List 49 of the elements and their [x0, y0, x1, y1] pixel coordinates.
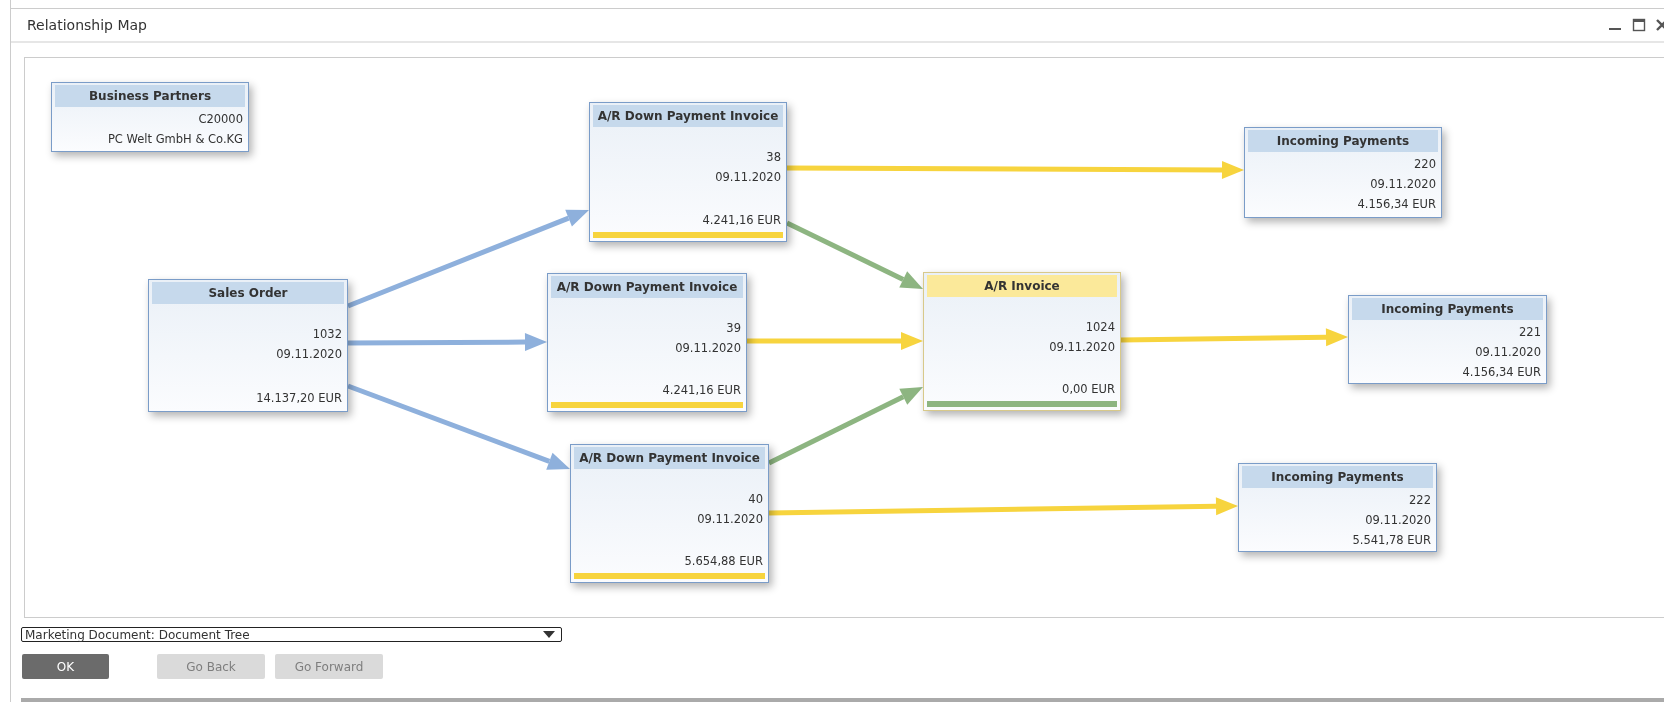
- dropdown-caret-icon: [543, 630, 555, 639]
- node-title: A/R Invoice: [927, 275, 1117, 297]
- document-node[interactable]: A/R Down Payment Invoice 40 09.11.2020 5.654,88 EUR: [570, 444, 769, 583]
- document-node[interactable]: Incoming Payments 220 09.11.2020 4.156,34 EUR: [1244, 127, 1442, 218]
- node-title: A/R Down Payment Invoice: [551, 276, 743, 298]
- window-title: Relationship Map: [27, 17, 147, 33]
- node-amount: 14.137,20 EUR: [256, 390, 342, 407]
- node-amount: 4.241,16 EUR: [662, 382, 741, 399]
- node-text: 09.11.2020: [276, 346, 342, 363]
- document-node[interactable]: Sales Order 1032 09.11.2020 14.137,20 EUR: [148, 279, 348, 412]
- node-text: PC Welt GmbH & Co.KG: [107, 131, 243, 148]
- node-title: A/R Down Payment Invoice: [593, 105, 783, 127]
- node-title: Incoming Payments: [1352, 298, 1543, 320]
- node-text: 4.156,34 EUR: [1462, 364, 1541, 381]
- node-text: 09.11.2020: [715, 169, 781, 186]
- node-text: 220: [1414, 156, 1436, 173]
- maximize-icon[interactable]: [1632, 18, 1646, 32]
- document-node[interactable]: A/R Invoice 1024 09.11.2020 0,00 EUR: [923, 272, 1121, 411]
- node-title: A/R Down Payment Invoice: [574, 447, 765, 469]
- node-text: 09.11.2020: [1475, 344, 1541, 361]
- node-text: 221: [1519, 324, 1541, 341]
- node-text: 09.11.2020: [675, 340, 741, 357]
- document-node[interactable]: Incoming Payments 222 09.11.2020 5.541,78 EUR: [1238, 463, 1437, 552]
- document-node[interactable]: A/R Down Payment Invoice 38 09.11.2020 4.241,16 EUR: [589, 102, 787, 242]
- node-text: 40: [748, 491, 763, 508]
- node-amount: 0,00 EUR: [1062, 381, 1115, 398]
- node-text: C20000: [198, 111, 243, 128]
- node-text: 38: [766, 149, 781, 166]
- node-text: 09.11.2020: [1049, 339, 1115, 356]
- node-text: 09.11.2020: [1370, 176, 1436, 193]
- node-title: Incoming Payments: [1242, 466, 1433, 488]
- node-text: 4.156,34 EUR: [1357, 196, 1436, 213]
- view-dropdown[interactable]: Marketing Document: Document Tree: [21, 627, 562, 642]
- node-text: 1024: [1085, 319, 1115, 336]
- node-title: Business Partners: [55, 85, 245, 107]
- action-button[interactable]: OK: [22, 654, 109, 679]
- node-text: 5.541,78 EUR: [1352, 532, 1431, 549]
- node-text: 39: [726, 320, 741, 337]
- node-text: 1032: [312, 326, 342, 343]
- node-title: Incoming Payments: [1248, 130, 1438, 152]
- document-node[interactable]: Incoming Payments 221 09.11.2020 4.156,34 EUR: [1348, 295, 1547, 384]
- node-text: 09.11.2020: [697, 511, 763, 528]
- document-node[interactable]: A/R Down Payment Invoice 39 09.11.2020 4.241,16 EUR: [547, 273, 747, 412]
- node-text: 09.11.2020: [1365, 512, 1431, 529]
- node-amount: 4.241,16 EUR: [702, 212, 781, 229]
- node-text: 222: [1409, 492, 1431, 509]
- node-title: Sales Order: [152, 282, 344, 304]
- document-node[interactable]: Business Partners C20000 PC Welt GmbH & Co.KG: [51, 82, 249, 152]
- node-amount: 5.654,88 EUR: [684, 553, 763, 570]
